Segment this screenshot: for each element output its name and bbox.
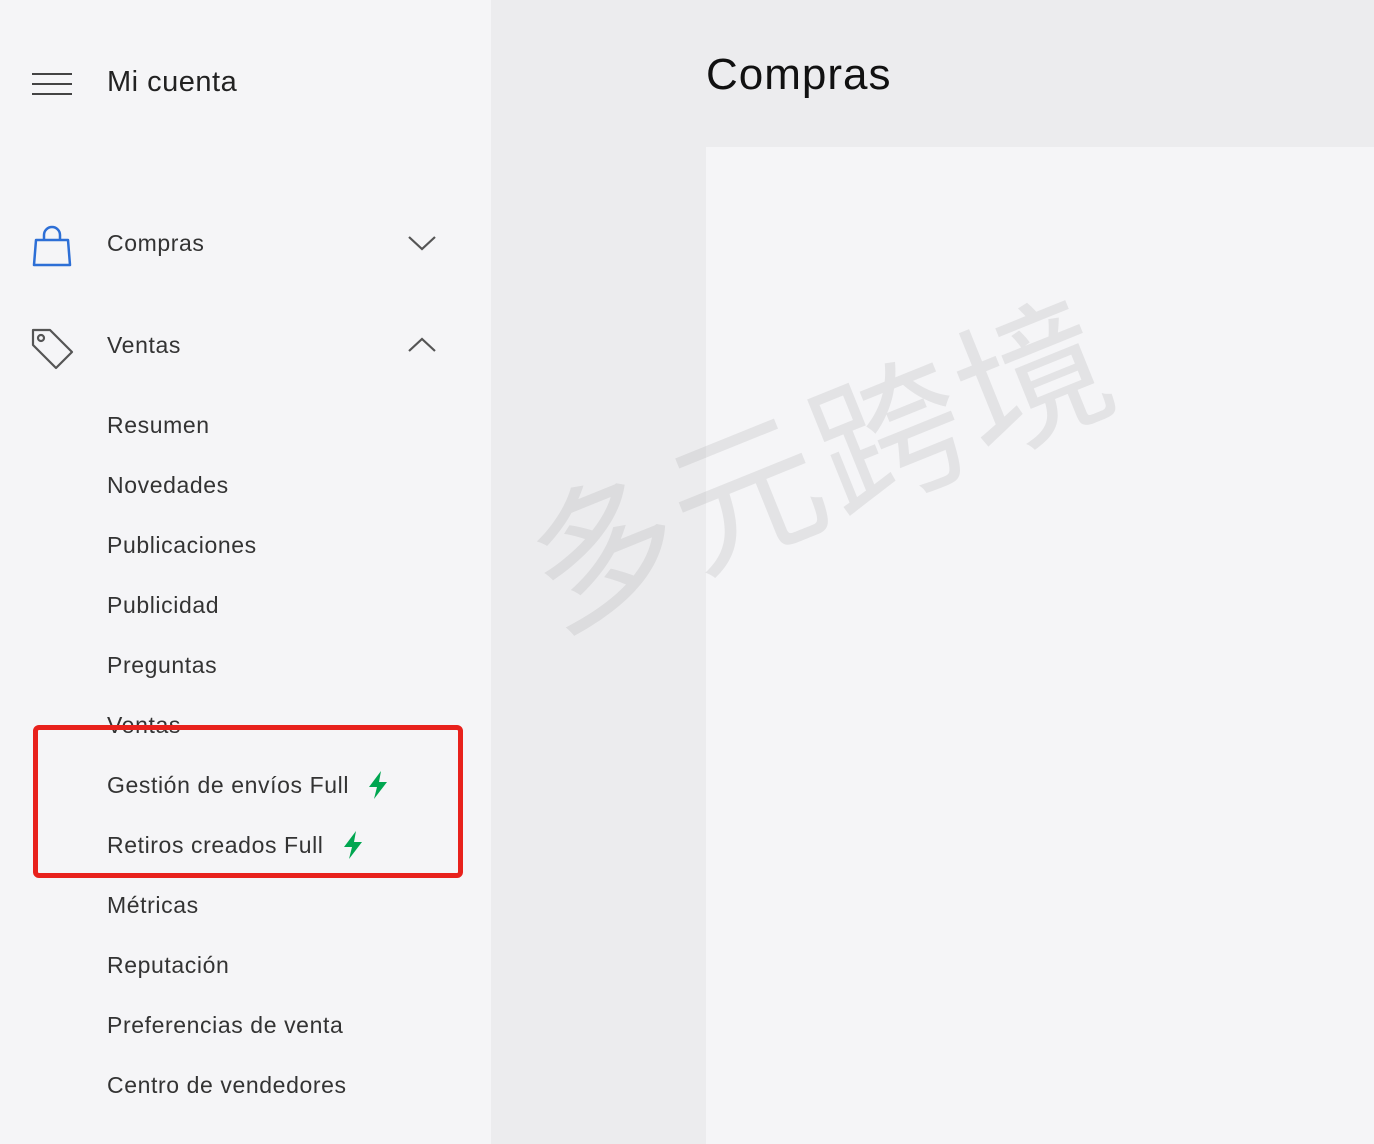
sidebar-section-label: Ventas — [107, 332, 181, 358]
sidebar-title: Mi cuenta — [107, 66, 238, 98]
sidebar-item-publicidad[interactable]: Publicidad — [107, 589, 219, 621]
hamburger-menu-icon[interactable] — [32, 73, 72, 95]
sidebar-item-preguntas[interactable]: Preguntas — [107, 649, 217, 681]
sidebar-item-preferencias-venta[interactable]: Preferencias de venta — [107, 1009, 343, 1041]
main-gutter — [491, 147, 706, 1144]
sidebar-item-resumen[interactable]: Resumen — [107, 409, 210, 441]
main-header — [491, 0, 1374, 147]
sidebar-section-compras[interactable]: Compras — [0, 214, 491, 274]
sidebar-section-label: Compras — [107, 230, 205, 256]
highlight-annotation-box — [33, 725, 463, 878]
shopping-bag-icon — [32, 225, 72, 267]
page-title: Compras — [706, 50, 892, 99]
sidebar: Mi cuenta Compras Ventas Resumen Novedad… — [0, 0, 491, 1144]
sidebar-item-reputacion[interactable]: Reputación — [107, 949, 229, 981]
price-tag-icon — [31, 328, 74, 370]
sidebar-item-centro-vendedores[interactable]: Centro de vendedores — [107, 1069, 347, 1101]
page: Compras Mi cuenta Compras Ventas Resumen… — [0, 0, 1374, 1144]
chevron-up-icon — [408, 337, 436, 352]
sidebar-item-publicaciones[interactable]: Publicaciones — [107, 529, 257, 561]
sidebar-item-novedades[interactable]: Novedades — [107, 469, 229, 501]
sidebar-section-ventas[interactable]: Ventas — [0, 316, 491, 376]
chevron-down-icon — [408, 236, 436, 251]
sidebar-item-metricas[interactable]: Métricas — [107, 889, 199, 921]
main-content-card — [706, 147, 1374, 1144]
